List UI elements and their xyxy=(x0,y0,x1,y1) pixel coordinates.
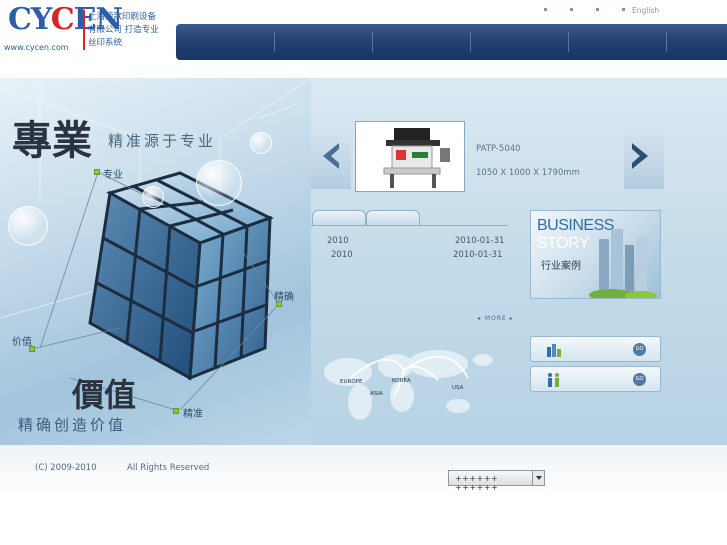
utility-link-1[interactable] xyxy=(544,8,547,11)
tag-accurate: 精准 xyxy=(183,409,203,420)
bubble-decoration xyxy=(196,160,242,206)
site-header: CYCEN www.cycen.com 上海荣歆印刷设备有限公司 打造专业丝印系… xyxy=(0,0,727,62)
world-map: EUROPE KOREA ASIA USA xyxy=(318,340,496,434)
site-footer: (C) 2009-2010 All Rights Reserved ++++++… xyxy=(0,445,727,545)
company-name-cn: 上海荣歆印刷设备有限公司 打造专业丝印系统 xyxy=(88,12,159,48)
logo-divider xyxy=(83,10,85,50)
chevron-right-icon xyxy=(632,143,648,169)
nav-separator xyxy=(274,32,275,52)
utility-link-3[interactable] xyxy=(596,8,599,11)
tag-value: 价值 xyxy=(12,337,32,348)
utility-link-4[interactable] xyxy=(622,8,625,11)
top-utility-nav xyxy=(540,5,720,17)
tag-precise: 精确 xyxy=(274,292,294,303)
business-story-banner[interactable]: BUSINESS STORY 行业案例 xyxy=(530,210,661,299)
go-button[interactable]: GO xyxy=(633,373,646,386)
building-icon xyxy=(547,344,561,357)
rights-text: All Rights Reserved xyxy=(127,463,210,473)
footer-band xyxy=(0,445,727,495)
select-value: ++++++ ++++++ xyxy=(455,474,499,492)
product-thumbnail[interactable] xyxy=(355,121,465,192)
news-item-title[interactable]: 2010 xyxy=(327,236,349,246)
bubble-decoration xyxy=(142,186,164,208)
people-icon xyxy=(548,373,559,387)
go-button[interactable]: GO xyxy=(633,343,646,356)
news-tab-2[interactable] xyxy=(366,210,420,226)
slogan-professional-sub: 精准源于专业 xyxy=(108,132,217,150)
prev-product-button[interactable] xyxy=(311,123,351,189)
nav-separator xyxy=(372,32,373,52)
news-item-date: 2010-01-31 xyxy=(455,236,505,246)
utility-link-2[interactable] xyxy=(570,8,573,11)
site-select-dropdown[interactable]: ++++++ ++++++ xyxy=(448,470,545,492)
news-tab-1[interactable] xyxy=(312,210,366,226)
quick-link-company[interactable]: GO xyxy=(530,336,661,362)
product-model: PATP-5040 xyxy=(476,144,521,154)
chevron-left-icon xyxy=(323,143,339,169)
hero-banner: 專業 精准源于专业 专业 精确 价值 精准 價值 精确创造价值 xyxy=(0,78,311,445)
copyright-text: (C) 2009-2010 xyxy=(35,463,97,473)
map-label-usa: USA xyxy=(452,385,464,391)
news-item-date: 2010-01-31 xyxy=(453,250,503,260)
slogan-professional: 專業 xyxy=(12,117,92,164)
chevron-down-icon[interactable] xyxy=(532,471,544,485)
news-tab-underline xyxy=(311,225,508,226)
map-label-europe: EUROPE xyxy=(340,379,363,385)
tag-marker xyxy=(173,408,179,414)
nav-separator xyxy=(470,32,471,52)
product-dimensions: 1050 X 1000 X 1790mm xyxy=(476,168,580,178)
slogan-value: 價值 xyxy=(72,376,137,414)
bubble-decoration xyxy=(8,206,48,246)
news-item-title[interactable]: 2010 xyxy=(331,250,353,260)
printing-machine-image xyxy=(383,128,450,188)
map-label-asia: ASIA xyxy=(370,391,383,397)
quick-link-contact[interactable]: GO xyxy=(530,366,661,392)
logo-url: www.cycen.com xyxy=(4,43,69,52)
hero-section: 專業 精准源于专业 专业 精确 价值 精准 價值 精确创造价值 PATP-504… xyxy=(0,78,727,445)
slogan-value-sub: 精确创造价值 xyxy=(18,416,127,434)
tag-professional: 专业 xyxy=(103,170,123,181)
english-link[interactable]: English xyxy=(632,6,659,15)
next-product-button[interactable] xyxy=(624,123,664,189)
more-label: MORE xyxy=(484,315,507,322)
bubble-decoration xyxy=(250,132,272,154)
tag-marker xyxy=(94,169,100,175)
news-more-link[interactable]: ▸ MORE ▸ xyxy=(478,315,514,322)
buildings-image xyxy=(589,229,657,298)
map-label-korea: KOREA xyxy=(392,378,411,384)
company-logo[interactable]: CYCEN www.cycen.com 上海荣歆印刷设备有限公司 打造专业丝印系… xyxy=(4,2,164,54)
nav-separator xyxy=(666,32,667,52)
main-navigation xyxy=(176,24,727,60)
nav-separator xyxy=(568,32,569,52)
world-map-graphic xyxy=(324,350,493,420)
